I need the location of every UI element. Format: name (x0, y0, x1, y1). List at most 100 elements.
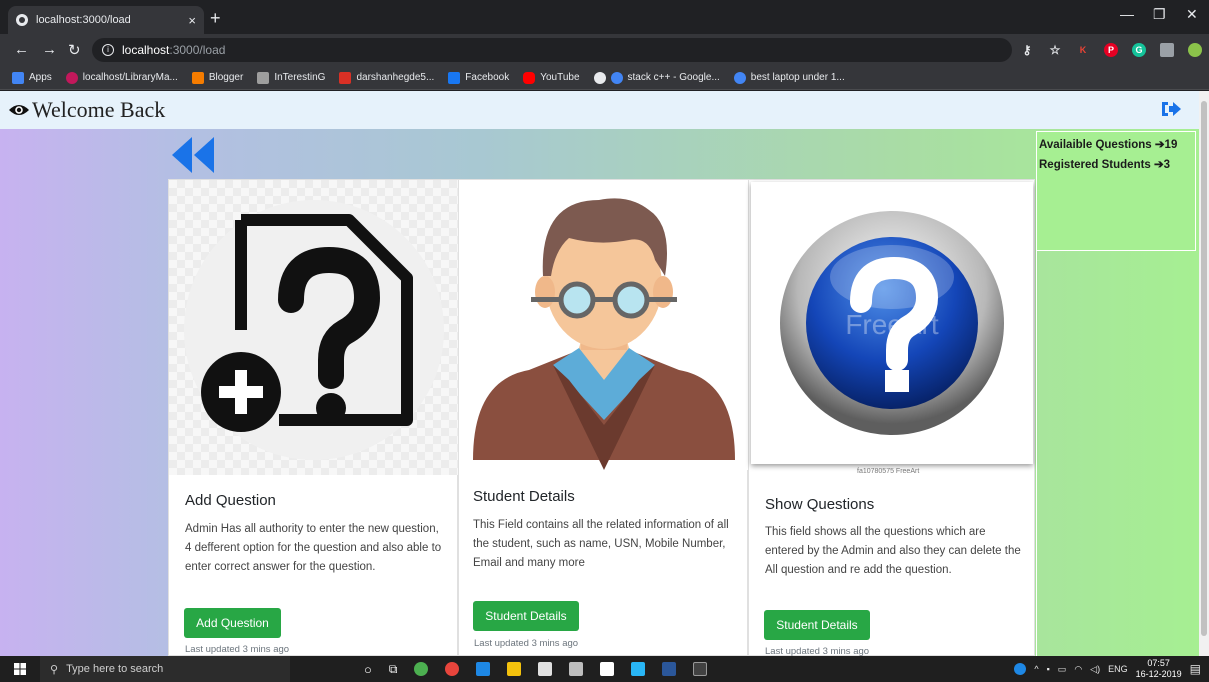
show-questions-button[interactable]: Student Details (764, 610, 870, 640)
notifications-icon[interactable]: ▤ (1190, 662, 1201, 676)
url-input[interactable]: i localhost:3000/load (92, 38, 1012, 62)
card-text: This Field contains all the related info… (473, 519, 729, 569)
task-view-icon[interactable]: ⧉ (389, 662, 398, 677)
file-question-icon (184, 200, 444, 460)
bookmarks-bar: Apps localhost/LibraryMa... Blogger InTe… (0, 66, 1209, 90)
restore-icon[interactable]: ❐ (1153, 6, 1166, 23)
reload-icon[interactable]: ↻ (68, 41, 81, 59)
bookmark-youtube[interactable]: YouTube (523, 71, 580, 84)
clock[interactable]: 07:57 16-12-2019 (1136, 658, 1182, 680)
profile-avatar[interactable] (1188, 43, 1202, 57)
vscode-icon[interactable] (631, 662, 646, 676)
store-icon[interactable] (538, 662, 553, 676)
system-tray: ^ ▪ ▭ ◠ ◁) ENG 07:57 16-12-2019 ▤ (1014, 656, 1201, 682)
google-icon (733, 71, 746, 84)
wifi-icon[interactable]: ◠ (1074, 664, 1082, 675)
globe-icon (16, 14, 28, 26)
card-text: Admin Has all authority to enter the new… (185, 523, 442, 573)
app-icon[interactable] (414, 662, 429, 676)
pinterest-icon[interactable]: P (1104, 43, 1118, 57)
chevron-up-icon[interactable]: ^ (1034, 664, 1038, 674)
browser-tab-bar: localhost:3000/load × + — ❐ ✕ (0, 0, 1209, 34)
mail-icon[interactable] (569, 662, 584, 676)
last-updated: Last updated 3 mins ago (765, 646, 870, 656)
help-icon[interactable] (1014, 663, 1027, 675)
minimize-icon[interactable]: — (1120, 6, 1134, 22)
cortana-icon[interactable]: ○ (364, 662, 372, 677)
bookmark-apps[interactable]: Apps (12, 71, 52, 84)
info-icon[interactable]: i (102, 44, 114, 56)
double-left-arrow-icon[interactable] (170, 137, 216, 173)
browser-tab[interactable]: localhost:3000/load × (8, 6, 204, 34)
blogger-icon (191, 71, 204, 84)
sign-out-icon[interactable] (1160, 99, 1182, 119)
library-icon (65, 71, 78, 84)
student-details-card: Student Details This Field contains all … (458, 179, 749, 656)
bookmark-interesting[interactable]: InTerestinG (257, 71, 325, 84)
bookmark-facebook[interactable]: Facebook (448, 71, 509, 84)
student-details-button[interactable]: Student Details (473, 601, 579, 631)
close-tab-icon[interactable]: × (188, 13, 196, 28)
page-title: Welcome Back (8, 97, 165, 123)
question-button-image: FreeArt (751, 182, 1033, 464)
taskbar-apps: ○ ⧉ (290, 662, 708, 677)
url-host: localhost (122, 43, 170, 57)
star-icon[interactable]: ☆ (1048, 43, 1062, 57)
new-tab-button[interactable]: + (210, 8, 221, 29)
show-questions-card: FreeArt fa10780575 FreeArt Show Question… (748, 179, 1035, 656)
youtube-icon (523, 71, 536, 84)
image-caption: fa10780575 FreeArt (857, 468, 920, 475)
file-explorer-icon[interactable] (507, 662, 522, 676)
network-icon[interactable]: ▪ (1047, 664, 1050, 674)
bookmark-gmail[interactable]: darshanhegde5... (339, 71, 434, 84)
google-icon (610, 71, 623, 84)
folder-icon (257, 71, 270, 84)
tab-title: localhost:3000/load (36, 14, 131, 26)
arrow-right-icon: ➔ (1154, 139, 1165, 151)
card-title: Add Question (185, 492, 276, 509)
svg-text:FreeArt: FreeArt (845, 309, 939, 340)
back-icon[interactable]: ← (14, 41, 29, 58)
terminal-icon[interactable] (693, 662, 708, 676)
bookmark-blogger[interactable]: Blogger (191, 71, 243, 84)
stats-panel: Availaible Questions ➔19 Registered Stud… (1036, 131, 1196, 251)
windows-taskbar: ⚲ Type here to search ○ ⧉ ^ ▪ ▭ ◠ ◁) ENG… (0, 656, 1209, 682)
k-extension-icon[interactable]: K (1076, 43, 1090, 57)
add-question-image (169, 180, 459, 475)
question-mark-icon: FreeArt (780, 211, 1004, 435)
add-question-button[interactable]: Add Question (184, 608, 281, 638)
word-icon[interactable] (662, 662, 677, 676)
bookmark-laptop[interactable]: best laptop under 1... (733, 71, 845, 84)
close-window-icon[interactable]: ✕ (1186, 6, 1198, 23)
last-updated: Last updated 3 mins ago (185, 644, 290, 655)
battery-icon[interactable]: ▭ (1058, 664, 1067, 675)
search-icon: ⚲ (50, 663, 59, 676)
chrome-icon[interactable] (445, 662, 460, 676)
language-indicator[interactable]: ENG (1108, 664, 1128, 674)
key-icon[interactable]: ⚷ (1020, 43, 1034, 57)
dropbox-icon[interactable] (600, 662, 615, 676)
bookmark-library[interactable]: localhost/LibraryMa... (65, 71, 178, 84)
card-text: This field shows all the questions which… (765, 526, 1021, 576)
gmail-icon (339, 71, 352, 84)
edge-icon[interactable] (476, 662, 491, 676)
grammarly-icon[interactable]: G (1132, 43, 1146, 57)
forward-icon[interactable]: → (42, 41, 57, 58)
last-updated: Last updated 3 mins ago (474, 638, 579, 649)
card-title: Show Questions (765, 496, 875, 513)
windows-start-icon[interactable] (0, 656, 40, 682)
dashboard-area: Add Question Admin Has all authority to … (0, 129, 1199, 656)
arrow-right-icon: ➔ (1154, 159, 1164, 171)
add-question-card: Add Question Admin Has all authority to … (168, 179, 459, 656)
card-title: Student Details (473, 488, 575, 505)
extension-icons: ⚷ ☆ K P G ⋮ (1020, 42, 1209, 58)
volume-icon[interactable]: ◁) (1090, 664, 1100, 675)
taskbar-search-input[interactable]: ⚲ Type here to search (40, 656, 290, 682)
address-bar-row: ← → ↻ i localhost:3000/load ⚷ ☆ K P G ⋮ (0, 34, 1209, 66)
extension-icon[interactable] (1160, 43, 1174, 57)
page-scrollbar[interactable] (1199, 91, 1209, 656)
facebook-icon (448, 71, 461, 84)
eye-icon (9, 105, 29, 115)
scrollbar-thumb[interactable] (1201, 101, 1207, 636)
bookmark-stack[interactable]: stack c++ - Google... (593, 71, 720, 84)
